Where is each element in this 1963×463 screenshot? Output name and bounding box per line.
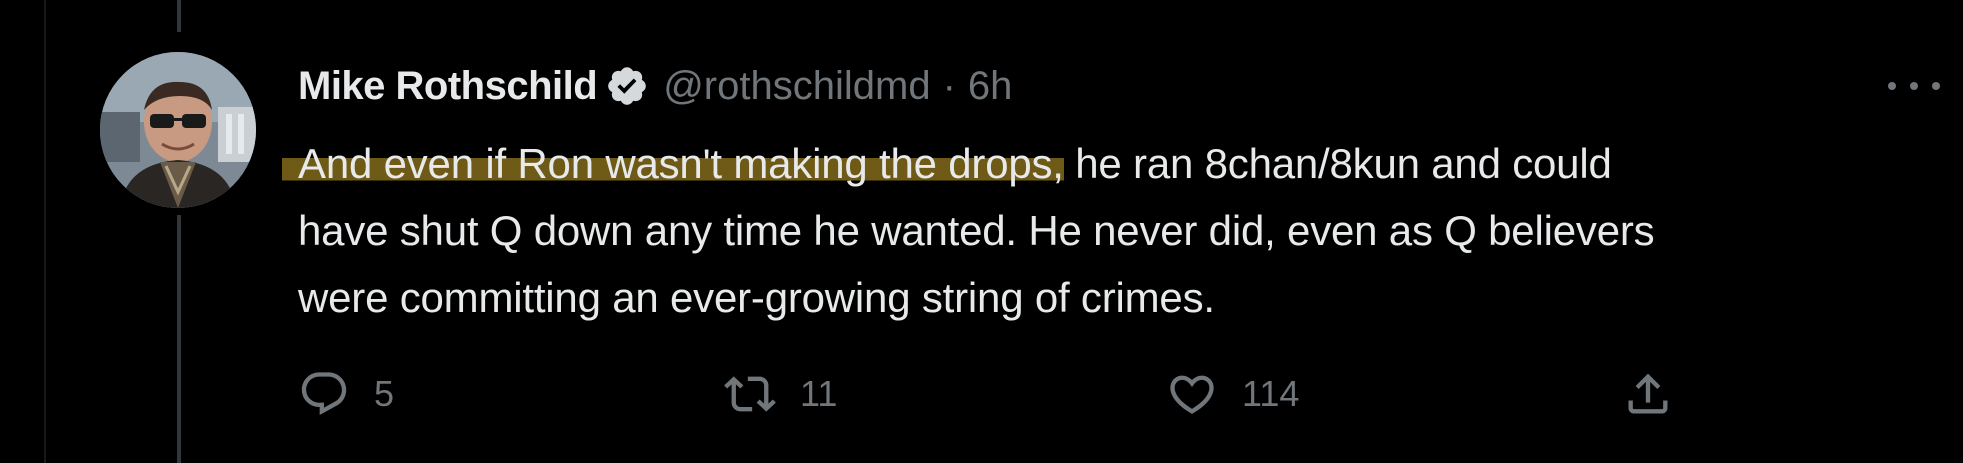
tweet-line-2: have shut Q down any time he wanted. He …	[298, 207, 1655, 254]
more-dot	[1910, 82, 1918, 90]
thread-line-bottom	[177, 215, 181, 463]
highlighted-text: And even if Ron wasn't making the drops,	[282, 140, 1064, 187]
tweet-text: And even if Ron wasn't making the drops,…	[282, 130, 1898, 331]
verified-badge-icon	[605, 64, 649, 108]
user-handle[interactable]: @rothschildmd	[663, 64, 930, 109]
tweet-line-1: And even if Ron wasn't making the drops,…	[282, 130, 1898, 197]
retweet-count: 11	[800, 373, 838, 414]
more-dot	[1888, 82, 1896, 90]
avatar[interactable]	[100, 52, 256, 208]
tweet-line-3: were committing an ever-growing string o…	[298, 274, 1215, 321]
reply-count: 5	[374, 373, 395, 414]
timestamp[interactable]: 6h	[968, 64, 1013, 109]
reply-button[interactable]: 5	[298, 364, 394, 424]
reply-icon	[298, 368, 350, 420]
retweet-icon	[724, 368, 776, 420]
display-name[interactable]: Mike Rothschild	[298, 64, 598, 109]
share-button[interactable]	[1622, 364, 1674, 424]
like-button[interactable]: 114	[1166, 364, 1299, 424]
separator-dot: ·	[942, 63, 956, 108]
thread-line-top	[177, 0, 181, 32]
retweet-button[interactable]: 11	[724, 364, 837, 424]
left-divider	[44, 0, 46, 463]
heart-icon	[1166, 368, 1218, 420]
like-count: 114	[1242, 373, 1300, 414]
more-icon[interactable]	[1888, 68, 1940, 104]
tweet-line-1-rest: he ran 8chan/8kun and could	[1063, 140, 1612, 187]
share-icon	[1622, 368, 1674, 420]
more-dot	[1932, 82, 1940, 90]
tweet-header: Mike Rothschild @rothschildmd · 6h	[298, 58, 1012, 114]
